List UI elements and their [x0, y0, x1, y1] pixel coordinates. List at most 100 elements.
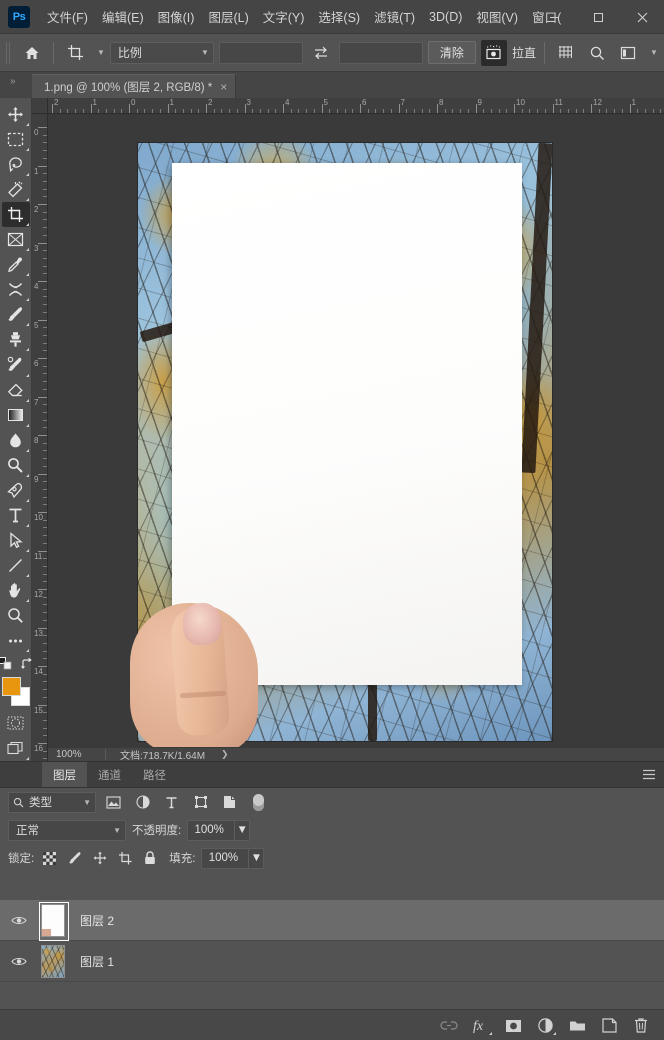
filter-pixel-icon[interactable]	[102, 792, 125, 813]
layer-filter-kind-select[interactable]: 类型 ▼	[8, 791, 96, 813]
search-icon[interactable]	[584, 40, 610, 66]
type-tool[interactable]	[2, 503, 30, 528]
swap-colors-icon[interactable]	[20, 657, 33, 675]
panel-menu-icon[interactable]	[642, 762, 656, 787]
lock-all-icon[interactable]	[140, 849, 159, 868]
dodge-tool[interactable]	[2, 453, 30, 478]
blend-mode-select[interactable]: 正常 ▼	[8, 819, 126, 841]
fill-field[interactable]: 100% ▼	[201, 847, 265, 869]
default-colors-icon[interactable]	[0, 657, 12, 675]
horizontal-ruler[interactable]: 2 1 0 1 2 3 4 5 6 7 8 9 10 11 12 1	[48, 98, 664, 114]
crop-tool[interactable]	[1, 202, 30, 228]
double-chevron-icon[interactable]: »	[10, 76, 15, 87]
layer-style-button[interactable]: fx	[470, 1015, 492, 1037]
document-tab[interactable]: 1.png @ 100% (图层 2, RGB/8) * ×	[32, 74, 237, 98]
menu-edit[interactable]: 编辑(E)	[95, 3, 151, 30]
close-button[interactable]	[620, 2, 664, 32]
swap-arrows-icon[interactable]	[308, 40, 334, 66]
menu-layer[interactable]: 图层(L)	[201, 3, 255, 30]
document-canvas[interactable]	[130, 143, 552, 747]
link-layers-button[interactable]	[438, 1015, 460, 1037]
crop-ratio-select[interactable]: 比例 ▼	[109, 41, 214, 64]
screen-mode-icon[interactable]	[2, 736, 30, 761]
layer-row[interactable]: 图层 2	[0, 900, 664, 941]
eraser-tool[interactable]	[2, 378, 30, 403]
menu-select[interactable]: 选择(S)	[311, 3, 367, 30]
layer-thumbnail[interactable]	[36, 902, 70, 941]
adjustment-layer-button[interactable]	[534, 1015, 556, 1037]
ruler-corner[interactable]	[32, 98, 48, 114]
crop-width-input[interactable]	[218, 41, 303, 64]
menu-file[interactable]: 文件(F)	[40, 3, 95, 30]
menu-type[interactable]: 文字(Y)	[256, 3, 312, 30]
crop-height-input[interactable]	[338, 41, 423, 64]
chevron-down-icon[interactable]: ▼	[650, 48, 658, 57]
pen-tool[interactable]	[2, 478, 30, 503]
history-brush-tool[interactable]	[2, 352, 30, 377]
eye-icon[interactable]	[6, 915, 32, 926]
layer-mask-button[interactable]	[502, 1015, 524, 1037]
canvas-viewport[interactable]	[48, 114, 664, 747]
tab-channels[interactable]: 通道	[87, 762, 132, 787]
edit-toolbar-button[interactable]	[2, 628, 30, 653]
magic-wand-tool[interactable]	[2, 177, 30, 202]
foreground-color-swatch[interactable]	[1, 677, 21, 697]
lock-transparent-pixels-icon[interactable]	[40, 849, 59, 868]
menu-3d[interactable]: 3D(D)	[422, 6, 469, 28]
frame-tool[interactable]	[2, 227, 30, 252]
chevron-right-icon[interactable]: ❯	[221, 749, 229, 760]
new-layer-button[interactable]	[598, 1015, 620, 1037]
brush-tool[interactable]	[2, 302, 30, 327]
options-bar-grip[interactable]	[6, 41, 12, 64]
menu-filter[interactable]: 滤镜(T)	[367, 3, 422, 30]
vertical-ruler[interactable]: 0 1 2 3 4 5 6 7 8 9 10 11 12 13 14 15 16	[32, 114, 48, 761]
panel-toggle-icon[interactable]	[615, 40, 641, 66]
lock-nesting-icon[interactable]	[115, 849, 134, 868]
zoom-level[interactable]: 100%	[48, 749, 106, 760]
rectangular-marquee-tool[interactable]	[2, 127, 30, 152]
hand-tool[interactable]	[2, 578, 30, 603]
line-shape-tool[interactable]	[2, 553, 30, 578]
layer-row[interactable]: 图层 1	[0, 941, 664, 982]
chevron-down-icon[interactable]: ▼	[248, 848, 263, 868]
delete-layer-button[interactable]	[630, 1015, 652, 1037]
move-tool[interactable]	[2, 102, 30, 127]
lock-position-icon[interactable]	[90, 849, 109, 868]
maximize-button[interactable]	[576, 2, 620, 32]
straighten-label[interactable]: 拉直	[512, 44, 536, 61]
quick-mask-icon[interactable]	[2, 711, 30, 736]
eye-icon[interactable]	[6, 956, 32, 967]
filter-toggle-switch[interactable]	[247, 792, 270, 813]
new-group-button[interactable]	[566, 1015, 588, 1037]
layer-name[interactable]: 图层 2	[80, 912, 114, 929]
path-selection-tool[interactable]	[2, 528, 30, 553]
clear-button[interactable]: 清除	[427, 41, 476, 64]
filter-adjustment-icon[interactable]	[131, 792, 154, 813]
filter-shape-icon[interactable]	[189, 792, 212, 813]
grid-overlay-icon[interactable]	[553, 40, 579, 66]
lock-image-pixels-icon[interactable]	[65, 849, 84, 868]
healing-brush-tool[interactable]	[2, 277, 30, 302]
content-aware-icon[interactable]	[480, 39, 507, 66]
menu-view[interactable]: 视图(V)	[469, 3, 525, 30]
opacity-field[interactable]: 100% ▼	[187, 819, 251, 841]
tab-paths[interactable]: 路径	[132, 762, 177, 787]
tab-layers[interactable]: 图层	[42, 762, 87, 787]
layer-name[interactable]: 图层 1	[80, 953, 114, 970]
crop-tool-icon[interactable]	[62, 40, 88, 66]
lasso-tool[interactable]	[2, 152, 30, 177]
filter-smart-object-icon[interactable]	[218, 792, 241, 813]
blur-tool[interactable]	[2, 428, 30, 453]
home-icon[interactable]	[19, 40, 45, 66]
clone-stamp-tool[interactable]	[2, 327, 30, 352]
layer-thumbnail[interactable]	[36, 944, 70, 978]
crop-preset-chevron-icon[interactable]: ▼	[97, 48, 105, 57]
minimize-button[interactable]	[532, 2, 576, 32]
eyedropper-tool[interactable]	[2, 252, 30, 277]
filter-type-icon[interactable]	[160, 792, 183, 813]
gradient-tool[interactable]	[2, 403, 30, 428]
chevron-down-icon[interactable]: ▼	[234, 820, 249, 840]
zoom-tool[interactable]	[2, 603, 30, 628]
menu-image[interactable]: 图像(I)	[151, 3, 202, 30]
close-icon[interactable]: ×	[220, 80, 227, 94]
